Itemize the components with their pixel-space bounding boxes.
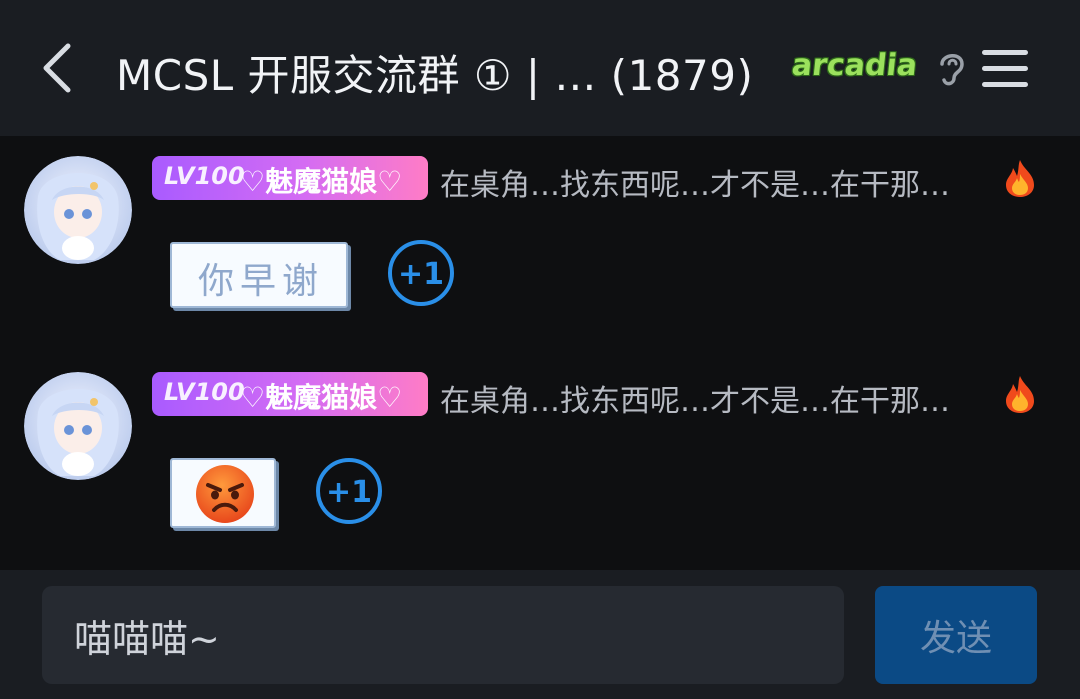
- avatar[interactable]: [24, 156, 132, 264]
- level-tag: LV100 ♡魅魔猫娘♡: [152, 372, 428, 416]
- chat-header: MCSL 开服交流群 ① | … (1879) arcadia: [0, 0, 1080, 136]
- hamburger-menu-icon[interactable]: [982, 48, 1028, 90]
- angry-face-emoji: [196, 465, 254, 523]
- send-button[interactable]: 发送: [875, 586, 1037, 684]
- level-label: LV100: [164, 378, 245, 406]
- arcadia-badge-text: arcadia: [790, 48, 919, 83]
- composer-bar: 发送: [0, 570, 1080, 699]
- level-tag: LV100 ♡魅魔猫娘♡: [152, 156, 428, 200]
- plus-one-button[interactable]: +1: [388, 240, 454, 306]
- reply-preview[interactable]: 在桌角…找东西呢…才不是…在干那…: [440, 160, 950, 204]
- back-icon[interactable]: [36, 40, 80, 96]
- plus-one-label: +1: [325, 475, 372, 510]
- ear-icon[interactable]: [934, 48, 970, 90]
- fire-icon: [1002, 374, 1038, 414]
- sticker-message[interactable]: 你早谢: [170, 242, 348, 308]
- fire-icon: [1002, 158, 1038, 198]
- arcadia-badge: arcadia: [790, 48, 919, 88]
- nickname[interactable]: ♡魅魔猫娘♡: [240, 160, 402, 200]
- group-title[interactable]: MCSL 开服交流群 ① | … (1879): [116, 42, 753, 103]
- sticker-message[interactable]: [170, 458, 276, 528]
- plus-one-button[interactable]: +1: [316, 458, 382, 524]
- sticker-text: 你早谢: [198, 261, 325, 302]
- reply-preview[interactable]: 在桌角…找东西呢…才不是…在干那…: [440, 376, 950, 420]
- message-input[interactable]: [42, 586, 844, 684]
- level-label: LV100: [164, 162, 245, 190]
- avatar[interactable]: [24, 372, 132, 480]
- plus-one-label: +1: [397, 257, 444, 292]
- nickname[interactable]: ♡魅魔猫娘♡: [240, 376, 402, 416]
